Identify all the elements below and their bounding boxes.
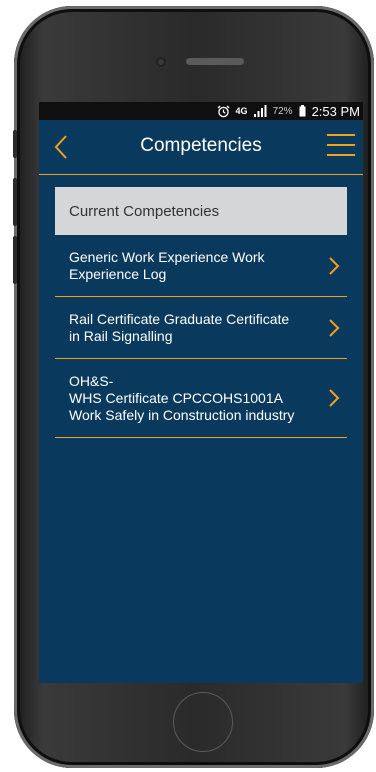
home-button[interactable] xyxy=(173,692,233,752)
competency-title-line: Rail Certificate Graduate Certificate xyxy=(69,311,290,327)
alarm-icon xyxy=(217,105,230,117)
network-type: 4G xyxy=(235,106,248,116)
chevron-right-icon xyxy=(329,256,340,275)
earpiece-speaker xyxy=(186,58,244,65)
page-title: Competencies xyxy=(140,135,262,156)
app-screen: 4G 72% 2:53 PM Competencies Current Comp… xyxy=(39,102,363,683)
chevron-right-icon xyxy=(329,318,340,337)
status-bar: 4G 72% 2:53 PM xyxy=(39,102,363,120)
competency-list: Generic Work Experience Work Experience … xyxy=(55,235,347,438)
section-header: Current Competencies xyxy=(55,187,347,235)
competency-title-line: Experience Log xyxy=(69,266,167,282)
battery-icon xyxy=(299,105,306,117)
volume-up-button xyxy=(13,178,17,226)
competency-title-line: WHS Certificate CPCCOHS1001A xyxy=(69,390,283,406)
competency-title-line: Work Safely in Construction industry xyxy=(69,407,295,423)
chevron-right-icon xyxy=(329,389,340,407)
mute-switch xyxy=(13,130,17,158)
signal-icon xyxy=(253,105,267,117)
nav-bar: Competencies xyxy=(39,120,363,175)
competency-title-line: in Rail Signalling xyxy=(69,328,173,344)
list-item[interactable]: Generic Work Experience Work Experience … xyxy=(55,235,347,297)
battery-percent: 72% xyxy=(272,105,293,117)
clock-time: 2:53 PM xyxy=(311,103,360,119)
list-item[interactable]: OH&S- WHS Certificate CPCCOHS1001A Work … xyxy=(55,359,347,438)
hamburger-menu-icon[interactable] xyxy=(327,134,355,158)
volume-down-button xyxy=(13,236,17,284)
competency-title-line: OH&S- xyxy=(69,373,114,389)
front-camera xyxy=(156,57,166,67)
competency-title-line: Generic Work Experience Work xyxy=(69,249,265,265)
list-item[interactable]: Rail Certificate Graduate Certificate in… xyxy=(55,297,347,359)
